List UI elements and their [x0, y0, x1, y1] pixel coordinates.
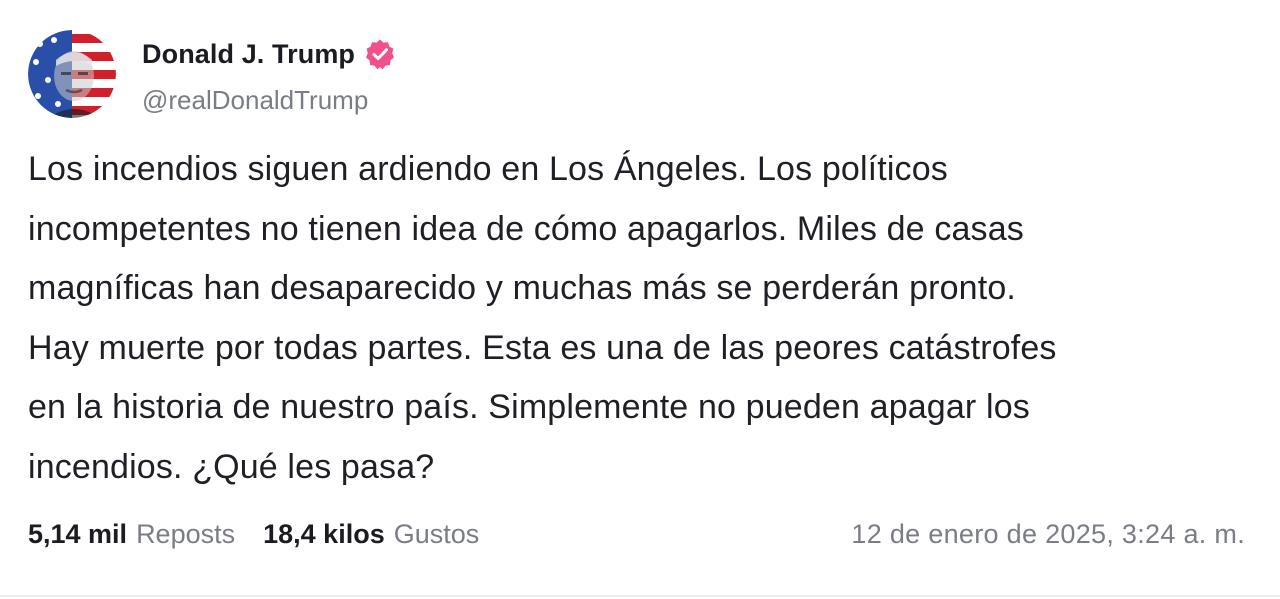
reposts-label: Reposts	[136, 518, 236, 549]
post-footer: 5,14 mil Reposts 18,4 kilos Gustos 12 de…	[28, 512, 1245, 556]
reposts-count: 5,14 mil	[28, 518, 128, 549]
avatar[interactable]	[28, 30, 116, 118]
post-card: Donald J. Trump @realDonaldTrump Los inc…	[0, 0, 1280, 599]
flag-portrait-icon	[28, 30, 116, 118]
name-row: Donald J. Trump	[142, 34, 396, 74]
likes-label: Gustos	[393, 518, 480, 549]
bottom-divider	[0, 595, 1280, 597]
display-name[interactable]: Donald J. Trump	[142, 39, 355, 70]
reposts-stat[interactable]: 5,14 mil Reposts	[28, 519, 235, 550]
post-timestamp[interactable]: 12 de enero de 2025, 3:24 a. m.	[851, 519, 1245, 550]
post-header: Donald J. Trump @realDonaldTrump	[28, 30, 396, 118]
likes-stat[interactable]: 18,4 kilos Gustos	[263, 519, 479, 550]
author-identity: Donald J. Trump @realDonaldTrump	[142, 30, 396, 116]
post-body: Los incendios siguen ardiendo en Los Áng…	[28, 150, 1057, 486]
user-handle[interactable]: @realDonaldTrump	[142, 85, 396, 116]
verified-badge-icon	[364, 38, 396, 70]
likes-count: 18,4 kilos	[263, 518, 385, 549]
